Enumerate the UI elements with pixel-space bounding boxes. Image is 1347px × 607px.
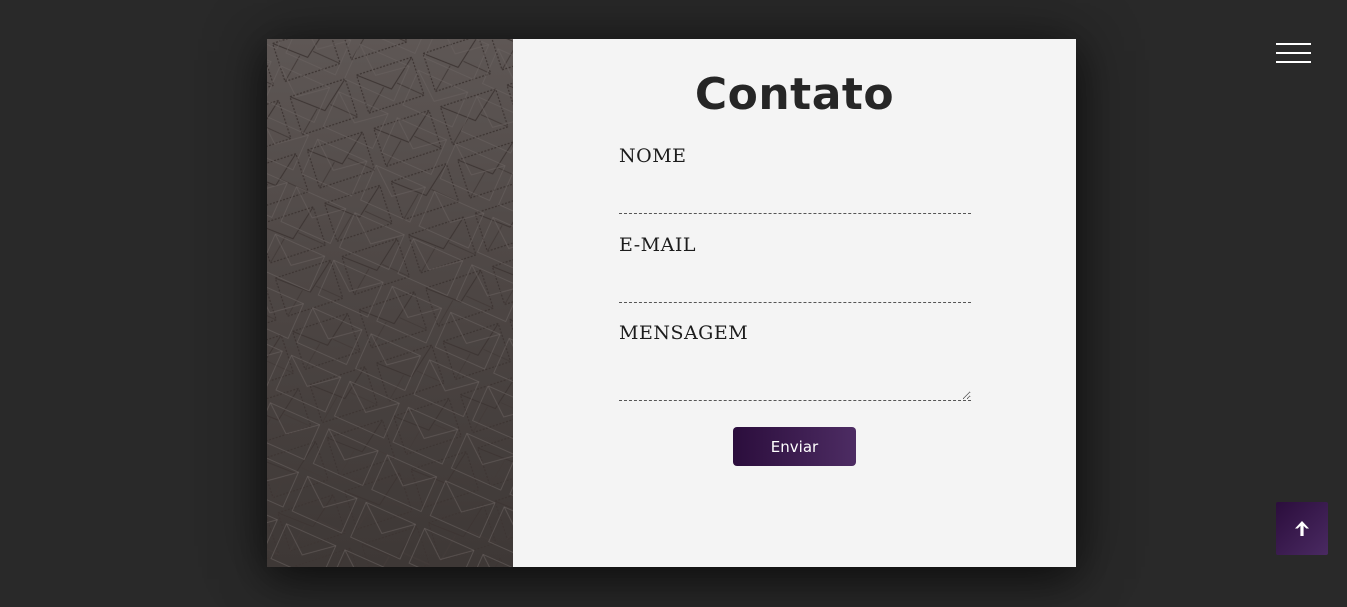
envelope-pattern-graphic — [267, 39, 513, 567]
email-label: E-MAIL — [619, 234, 696, 256]
menu-bar-bottom — [1276, 61, 1311, 63]
message-field-group: MENSAGEM — [619, 322, 971, 401]
arrow-up-icon — [1295, 521, 1309, 536]
name-input[interactable] — [619, 175, 971, 214]
menu-bar-top — [1276, 43, 1311, 45]
message-label: MENSAGEM — [619, 322, 749, 344]
email-input[interactable] — [619, 264, 971, 303]
name-field-group: NOME — [619, 145, 971, 214]
menu-bar-middle — [1276, 52, 1311, 54]
page-title: Contato — [694, 69, 895, 120]
contact-form-panel: Contato NOME E-MAIL MENSAGEM Enviar — [513, 39, 1076, 567]
page: Contato NOME E-MAIL MENSAGEM Enviar — [0, 0, 1347, 607]
message-textarea[interactable] — [619, 352, 971, 401]
hamburger-menu-icon[interactable] — [1276, 43, 1311, 65]
name-label: NOME — [619, 145, 687, 167]
email-field-group: E-MAIL — [619, 234, 971, 303]
send-button[interactable]: Enviar — [733, 427, 856, 466]
contact-card: Contato NOME E-MAIL MENSAGEM Enviar — [267, 39, 1076, 567]
scroll-to-top-button[interactable] — [1276, 502, 1328, 555]
envelope-pattern-image — [267, 39, 513, 567]
